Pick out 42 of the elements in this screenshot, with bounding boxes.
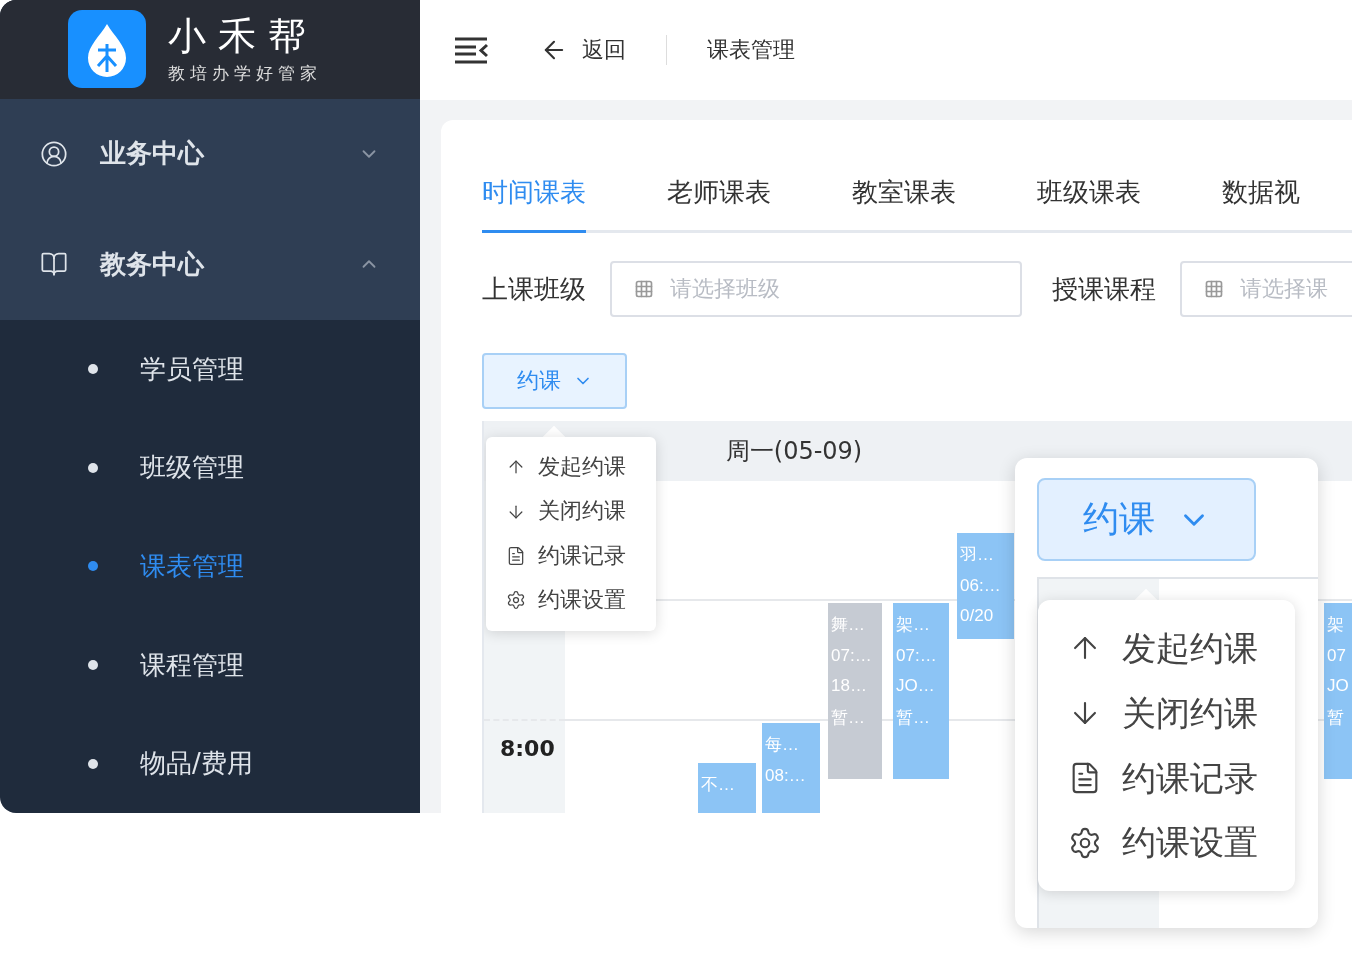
menu-item[interactable]: 关闭约课 bbox=[486, 489, 656, 534]
sidebar-item[interactable]: 学员管理 bbox=[0, 319, 420, 419]
menu-item[interactable]: 发起约课 bbox=[1038, 616, 1295, 681]
menu-item[interactable]: 约课设置 bbox=[1038, 810, 1295, 876]
brand-name: 小禾帮 bbox=[168, 13, 319, 58]
menu-group[interactable]: 教务中心 bbox=[0, 209, 420, 320]
time-label: 8:00 bbox=[500, 736, 555, 761]
user-icon bbox=[40, 139, 68, 168]
menu-item[interactable]: 约课设置 bbox=[486, 578, 656, 623]
bullet-icon bbox=[88, 364, 98, 374]
tab[interactable]: 班级课表 bbox=[1037, 175, 1141, 233]
menu-item[interactable]: 发起约课 bbox=[486, 445, 656, 490]
sidebar-item[interactable]: 班级管理 bbox=[0, 418, 420, 517]
menu-icon[interactable] bbox=[454, 36, 488, 64]
brand-slogan: 教培办学好管家 bbox=[168, 61, 322, 85]
sidebar-item[interactable]: 课表管理 bbox=[0, 517, 420, 616]
bullet-icon bbox=[88, 462, 98, 473]
sidebar-item[interactable]: 课程管理 bbox=[0, 615, 420, 715]
grid-icon bbox=[634, 279, 654, 299]
bullet-icon bbox=[88, 561, 98, 572]
tab[interactable]: 教室课表 bbox=[852, 175, 956, 233]
bullet-icon bbox=[88, 758, 98, 769]
settings-icon bbox=[506, 590, 526, 611]
menu-group-label: 教务中心 bbox=[100, 247, 206, 281]
grid-icon bbox=[1204, 279, 1224, 299]
filter-label: 上课班级 bbox=[482, 272, 586, 306]
menu-item[interactable]: 约课记录 bbox=[1038, 745, 1295, 811]
sidebar-item[interactable]: 物品/费用 bbox=[0, 714, 420, 813]
menu-item[interactable]: 约课记录 bbox=[486, 533, 656, 579]
breadcrumb: 课表管理 bbox=[707, 36, 795, 64]
day-header: 周一(05-09) bbox=[725, 436, 863, 467]
back-link[interactable]: 返回 bbox=[540, 35, 626, 65]
menu-item[interactable]: 关闭约课 bbox=[1038, 680, 1295, 746]
filter-label: 授课课程 bbox=[1052, 272, 1156, 306]
tab[interactable]: 数据视 bbox=[1222, 175, 1300, 233]
tab[interactable]: 老师课表 bbox=[667, 175, 771, 233]
document-icon bbox=[506, 545, 526, 566]
menu-group[interactable]: 业务中心 bbox=[0, 98, 420, 210]
logo-icon bbox=[68, 10, 146, 89]
bullet-icon bbox=[88, 660, 98, 670]
settings-icon bbox=[1068, 825, 1102, 860]
menu-group-label: 业务中心 bbox=[100, 137, 206, 171]
